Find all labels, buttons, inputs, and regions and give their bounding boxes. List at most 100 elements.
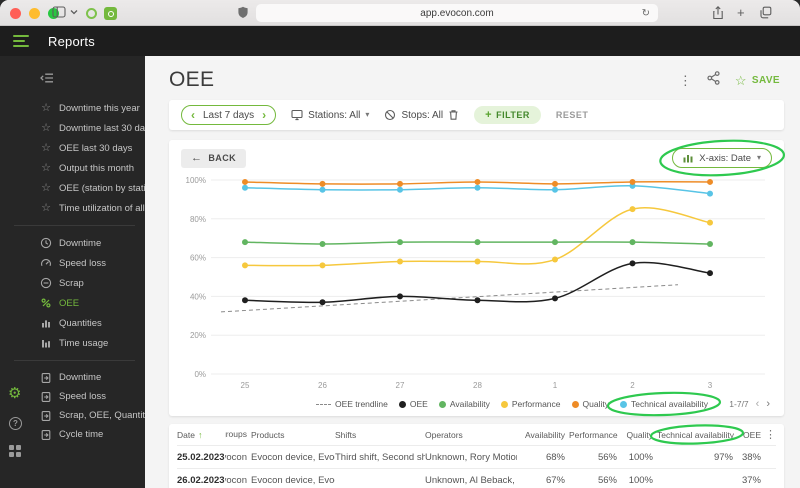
legend-item-performance[interactable]: Performance xyxy=(500,399,561,409)
next-period-icon[interactable]: › xyxy=(262,109,266,121)
app-title: Reports xyxy=(48,33,95,49)
stations-filter[interactable]: Stations: All ▾ xyxy=(291,109,369,121)
reset-filters-button[interactable]: RESET xyxy=(556,110,589,120)
legend-item-availability[interactable]: Availability xyxy=(438,399,490,409)
trendline-swatch xyxy=(315,403,331,405)
svg-text:0%: 0% xyxy=(194,370,206,379)
col-availability[interactable]: Availability xyxy=(517,430,569,440)
cell-quality: 100% xyxy=(628,474,653,486)
privacy-shield-icon[interactable] xyxy=(237,6,249,19)
page-menu-icon[interactable]: ⋮ xyxy=(679,74,692,87)
sidebar-item-label: Time utilization of all mac... xyxy=(59,202,145,214)
screen: app.evocon.com ↻ + Reports ☆ Downtime th… xyxy=(0,0,800,488)
col-performance[interactable]: Performance xyxy=(569,430,621,440)
cell-availability: 68% xyxy=(545,451,565,463)
col-shifts[interactable]: Shifts xyxy=(335,430,425,440)
sidebar-item-label: Downtime last 30 days (all... xyxy=(59,122,145,134)
trash-icon[interactable] xyxy=(448,109,459,121)
cell-availability: 67% xyxy=(545,474,565,486)
cell-operators: Unknown, Al Beback, R... xyxy=(425,474,517,486)
sidebar-item-oee-last-30-days[interactable]: ☆ OEE last 30 days xyxy=(0,138,145,158)
chart-pagination: 1-7/7 ‹ › xyxy=(729,398,770,410)
address-bar[interactable]: app.evocon.com ↻ xyxy=(256,4,658,22)
col-products[interactable]: Products xyxy=(251,430,335,440)
sidebar-item-downtime[interactable]: Downtime xyxy=(0,233,145,253)
share-icon[interactable] xyxy=(712,6,724,20)
settings-gear-icon[interactable]: ⚙ xyxy=(8,386,21,401)
col-technical-availability[interactable]: Technical availability xyxy=(657,430,737,440)
legend-item-technical-availability[interactable]: Technical availability xyxy=(619,399,708,409)
browser-sidebar-toggle-icon[interactable] xyxy=(52,6,66,18)
sidebar-item-downtime-this-year[interactable]: ☆ Downtime this year xyxy=(0,98,145,118)
legend-item-quality[interactable]: Quality xyxy=(571,399,609,409)
cell-operators: Unknown, Rory Motion, ... xyxy=(425,451,517,463)
evocon-favicon[interactable] xyxy=(104,7,117,20)
tabs-overview-icon[interactable] xyxy=(759,6,772,19)
collapse-sidebar-icon[interactable] xyxy=(40,71,54,89)
share-report-icon[interactable] xyxy=(707,70,720,90)
sidebar-item-downtime-last-30-days[interactable]: ☆ Downtime last 30 days (all... xyxy=(0,118,145,138)
sort-ascending-icon: ↑ xyxy=(197,429,203,440)
sidebar-item-quantities[interactable]: Quantities xyxy=(0,313,145,333)
back-arrow-icon: ← xyxy=(191,151,203,164)
help-icon[interactable]: ? xyxy=(9,417,22,430)
evocon-menu-icon[interactable] xyxy=(13,35,29,47)
table-row[interactable]: 26.02.2023 Evocon Evocon device, Evocon … xyxy=(177,469,776,488)
col-date[interactable]: Date ↑ xyxy=(177,430,225,440)
sidebar-item-scheduled-speed-loss[interactable]: Speed loss xyxy=(0,387,145,406)
svg-text:27: 27 xyxy=(396,381,405,390)
minimize-window-button[interactable] xyxy=(29,8,40,19)
sidebar-item-scheduled-cycle-time[interactable]: Cycle time xyxy=(0,425,145,444)
page-previous-icon[interactable]: ‹ xyxy=(756,398,760,410)
back-button[interactable]: ← BACK xyxy=(181,148,247,168)
col-oee[interactable]: OEE xyxy=(737,430,765,440)
chevron-down-icon[interactable] xyxy=(70,9,78,15)
sidebar-item-oee[interactable]: OEE xyxy=(0,293,145,313)
save-button[interactable]: ☆ SAVE xyxy=(735,74,780,87)
cell-oee: 37% xyxy=(741,474,761,486)
sidebar-divider xyxy=(14,360,135,361)
table-menu-icon[interactable]: ⋮ xyxy=(765,428,773,441)
browser-chrome: app.evocon.com ↻ + xyxy=(0,0,800,26)
sidebar-item-label: Quantities xyxy=(59,317,102,329)
chart-legend: OEE trendline OEE Availability Performance Q… xyxy=(315,399,708,409)
sidebar-item-label: Output this month xyxy=(59,162,134,174)
cell-station-groups: Evocon xyxy=(225,474,247,486)
cell-date: 26.02.2023 xyxy=(177,474,225,486)
chart-card: ← BACK X-axis: Date ▾ 0% 20% 40% 60% 80% 100%… xyxy=(169,140,784,416)
xaxis-select[interactable]: X-axis: Date ▾ xyxy=(672,148,772,168)
svg-text:40%: 40% xyxy=(190,292,206,301)
date-range-select[interactable]: ‹ Last 7 days › xyxy=(181,105,277,125)
col-operators[interactable]: Operators xyxy=(425,430,517,440)
legend-item-oee-trendline[interactable]: OEE trendline xyxy=(315,399,388,409)
sidebar-item-time-utilization[interactable]: ☆ Time utilization of all mac... xyxy=(0,198,145,218)
table-row[interactable]: 25.02.2023 Evocon Evocon device, Evocon … xyxy=(177,446,776,469)
stops-filter[interactable]: Stops: All xyxy=(384,109,459,121)
page-title: OEE xyxy=(169,68,215,91)
filter-bar: ‹ Last 7 days › Stations: All ▾ Stops: A… xyxy=(169,100,784,130)
page-next-icon[interactable]: › xyxy=(766,398,770,410)
add-filter-button[interactable]: + FILTER xyxy=(474,106,541,124)
col-quality[interactable]: Quality xyxy=(621,430,657,440)
sidebar-item-output-this-month[interactable]: ☆ Output this month xyxy=(0,158,145,178)
oee-line-chart[interactable]: 0% 20% 40% 60% 80% 100% 25 26 27 28 1 2 3 xyxy=(181,170,771,396)
star-icon: ☆ xyxy=(41,141,51,154)
monitor-icon xyxy=(291,109,303,121)
apps-grid-icon[interactable] xyxy=(9,445,21,457)
table-header-row: Date ↑ Station groups Products Shifts Op… xyxy=(177,424,776,446)
time-usage-chart-icon xyxy=(40,337,52,349)
sidebar-item-time-usage[interactable]: Time usage xyxy=(0,333,145,353)
new-tab-icon[interactable]: + xyxy=(737,5,745,20)
sidebar-item-speed-loss[interactable]: Speed loss xyxy=(0,253,145,273)
sidebar-item-scheduled-downtime[interactable]: Downtime xyxy=(0,368,145,387)
cell-oee: 38% xyxy=(741,451,761,463)
gauge-icon xyxy=(40,257,52,269)
extension-icon[interactable] xyxy=(86,8,97,19)
sidebar-item-oee-station-by-station[interactable]: ☆ OEE (station by station co... xyxy=(0,178,145,198)
sidebar-item-scrap[interactable]: Scrap xyxy=(0,273,145,293)
close-window-button[interactable] xyxy=(10,8,21,19)
col-station-groups[interactable]: Station groups xyxy=(225,430,251,440)
legend-item-oee[interactable]: OEE xyxy=(398,399,428,409)
refresh-icon[interactable]: ↻ xyxy=(642,8,650,19)
previous-period-icon[interactable]: ‹ xyxy=(191,109,195,121)
